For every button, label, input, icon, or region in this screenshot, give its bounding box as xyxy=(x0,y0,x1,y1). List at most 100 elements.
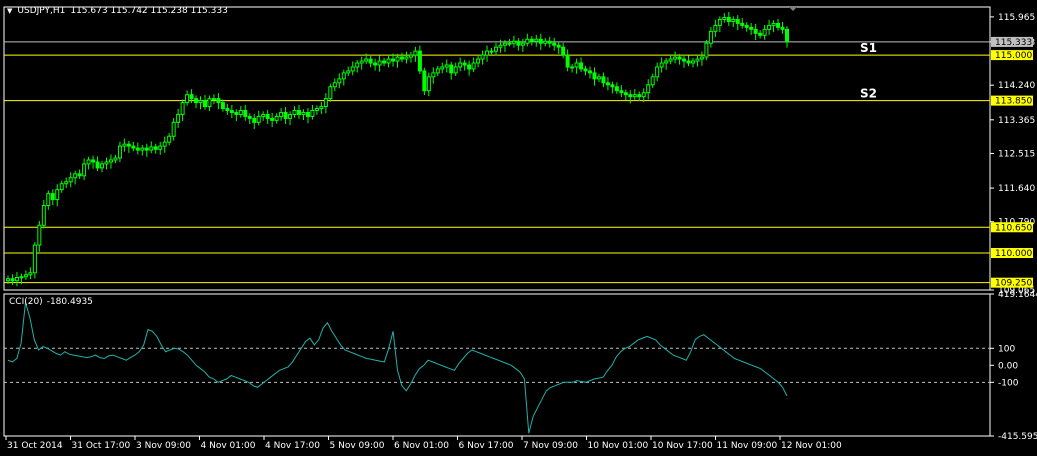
candle-body xyxy=(444,64,449,68)
candle-body xyxy=(171,121,176,137)
candle-body xyxy=(225,108,230,112)
candle-body xyxy=(704,42,709,58)
candle-body xyxy=(561,46,566,56)
candle-body xyxy=(588,70,593,74)
candle-body xyxy=(19,276,24,279)
dropdown-triangle-icon[interactable]: ▼ xyxy=(7,7,12,15)
candle-body xyxy=(511,40,516,44)
candle-body xyxy=(498,44,503,48)
candle-body xyxy=(516,40,521,46)
candle-body xyxy=(328,86,333,100)
candle-body xyxy=(726,16,731,22)
level-text-label: S1 xyxy=(860,41,877,55)
time-tick-label: 11 Nov 09:00 xyxy=(717,441,778,451)
candle-body xyxy=(368,58,373,64)
candle-body xyxy=(417,50,422,72)
candle-body xyxy=(283,111,288,119)
candle-body xyxy=(377,60,382,66)
candle-body xyxy=(476,58,481,64)
candle-body xyxy=(623,92,628,96)
candle-body xyxy=(592,72,597,80)
candle-body xyxy=(605,82,610,86)
candle-body xyxy=(467,64,472,70)
candle-body xyxy=(37,224,42,246)
candle-body xyxy=(538,38,543,44)
candle-body xyxy=(220,102,225,110)
candle-body xyxy=(408,54,413,58)
candle-body xyxy=(713,24,718,32)
price-tick-label: 111.640 xyxy=(998,184,1035,194)
candle-body xyxy=(341,72,346,80)
candle-body xyxy=(247,115,252,119)
candle-body xyxy=(350,66,355,72)
candle-body xyxy=(274,115,279,121)
candle-body xyxy=(619,90,624,94)
candle-body xyxy=(310,110,315,117)
candle-body xyxy=(68,177,73,183)
candle-body xyxy=(46,193,51,206)
candle-body xyxy=(422,70,427,92)
candle-body xyxy=(382,60,387,64)
candle-body xyxy=(529,38,534,42)
candle-body xyxy=(211,98,216,101)
candle-body xyxy=(176,113,181,123)
candle-body xyxy=(749,26,754,30)
cci-label: CCI(20) xyxy=(9,297,43,307)
candle-body xyxy=(453,66,458,74)
candle-body xyxy=(77,173,82,177)
bid-price-label: 115.333 xyxy=(995,38,1032,48)
candle-body xyxy=(520,42,525,46)
candle-body xyxy=(659,62,664,68)
candle-body xyxy=(404,56,409,60)
candle-body xyxy=(82,163,87,177)
price-tick-label: 113.365 xyxy=(998,116,1035,126)
candle-body xyxy=(610,84,615,88)
candle-body xyxy=(95,161,100,169)
cci-value: -180.4935 xyxy=(46,297,93,307)
candle-body xyxy=(10,278,15,282)
candle-body xyxy=(216,98,221,104)
level-price-label: 109.250 xyxy=(995,279,1032,289)
time-tick-label: 10 Nov 01:00 xyxy=(588,441,649,451)
cci-tick-label: 0.00 xyxy=(998,361,1018,371)
time-tick-label: 5 Nov 09:00 xyxy=(330,441,385,451)
candle-body xyxy=(601,76,606,84)
candle-body xyxy=(489,50,494,53)
candle-body xyxy=(270,117,275,121)
candle-body xyxy=(413,50,418,56)
candle-body xyxy=(632,94,637,98)
candle-body xyxy=(552,42,557,46)
candle-body xyxy=(28,272,33,276)
candle-body xyxy=(780,26,785,30)
candle-body xyxy=(140,147,145,151)
cci-tick-label: -100 xyxy=(998,378,1019,388)
candle-body xyxy=(682,58,687,62)
candle-body xyxy=(722,16,727,20)
candle-body xyxy=(256,115,261,123)
cci-title: CCI(20) -180.4935 xyxy=(9,297,93,307)
candle-body xyxy=(135,147,140,151)
candle-body xyxy=(614,86,619,92)
candle-body xyxy=(471,62,476,70)
candle-body xyxy=(167,135,172,143)
candle-body xyxy=(426,76,431,92)
candle-body xyxy=(305,111,310,117)
candle-body xyxy=(288,113,293,119)
candle-body xyxy=(771,22,776,26)
candle-body xyxy=(762,28,767,36)
candle-body xyxy=(664,60,669,64)
ohlc-readout: 115.673 115.742 115.238 115.333 xyxy=(70,6,228,16)
candle-body xyxy=(332,82,337,88)
candle-body xyxy=(373,62,378,66)
time-tick-label: 4 Nov 01:00 xyxy=(201,441,256,451)
time-tick-label: 6 Nov 17:00 xyxy=(459,441,514,451)
candle-body xyxy=(149,146,154,151)
candle-body xyxy=(462,62,467,66)
candle-body xyxy=(525,38,530,44)
symbol-label: USDJPY,H1 xyxy=(17,6,66,16)
candle-body xyxy=(180,102,185,115)
time-tick-label: 10 Nov 17:00 xyxy=(652,441,713,451)
candle-body xyxy=(144,147,149,151)
candle-body xyxy=(126,143,131,147)
candle-body xyxy=(243,110,248,117)
